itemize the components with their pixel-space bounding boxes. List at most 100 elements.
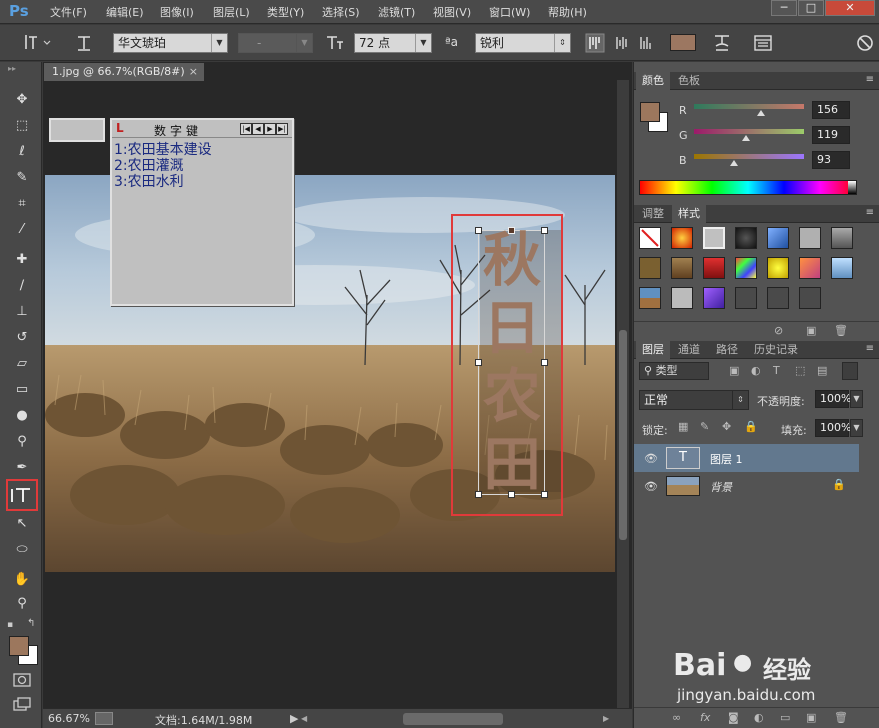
- filter-shape-icon[interactable]: ⬚: [795, 364, 805, 377]
- font-family-select[interactable]: 华文琥珀 ▼: [113, 33, 228, 53]
- tab-channels[interactable]: 通道: [672, 341, 706, 359]
- style-swatch[interactable]: [639, 257, 661, 279]
- style-swatch[interactable]: [799, 287, 821, 309]
- healing-brush-tool-icon[interactable]: ✚: [11, 250, 33, 270]
- visibility-eye-icon[interactable]: 👁: [644, 480, 658, 493]
- link-layers-icon[interactable]: ∞: [672, 711, 681, 724]
- gradient-tool-icon[interactable]: ▭: [11, 380, 33, 400]
- foreground-color-swatch[interactable]: [9, 636, 29, 656]
- filter-adjustment-icon[interactable]: ◐: [751, 364, 761, 377]
- blur-tool-icon[interactable]: ●: [11, 406, 33, 426]
- menu-layer[interactable]: 图层(L): [213, 4, 250, 20]
- ime-first-page-icon[interactable]: |◀: [240, 123, 252, 135]
- close-window-button[interactable]: ✕: [825, 0, 875, 16]
- align-bottom-icon[interactable]: [636, 33, 656, 56]
- horizontal-scrollbar-thumb[interactable]: [403, 713, 503, 725]
- b-slider-track[interactable]: [694, 154, 804, 159]
- ellipse-tool-icon[interactable]: ⬭: [11, 540, 33, 560]
- vertical-scrollbar[interactable]: [617, 80, 629, 708]
- g-slider-thumb[interactable]: [741, 135, 750, 141]
- menu-window[interactable]: 窗口(W): [489, 4, 530, 20]
- font-style-select[interactable]: - ▼: [238, 33, 313, 53]
- brush-tool-icon[interactable]: ∕: [11, 276, 33, 296]
- add-mask-icon[interactable]: ◙: [728, 711, 739, 724]
- filter-toggle-icon[interactable]: [842, 362, 858, 380]
- layer-filter-select[interactable]: ⚲ 类型: [639, 362, 709, 380]
- restore-button[interactable]: □: [798, 0, 824, 16]
- tab-swatches[interactable]: 色板: [672, 72, 706, 90]
- ime-candidate-window[interactable]: L 数字键 |◀ ◀ ▶ ▶| 1:农田基本建设 2:农田灌溉 3:农田水利: [110, 118, 294, 306]
- vertical-type-tool-icon[interactable]: [10, 485, 34, 508]
- b-value-input[interactable]: 93: [812, 151, 850, 169]
- move-tool-icon[interactable]: ✥: [11, 90, 33, 110]
- lasso-tool-icon[interactable]: ℓ: [11, 142, 33, 162]
- menu-type[interactable]: 类型(Y): [267, 4, 304, 20]
- scroll-left-icon[interactable]: ◀: [301, 714, 307, 723]
- align-top-icon[interactable]: [585, 33, 605, 56]
- panel-menu-icon[interactable]: ≡: [866, 74, 874, 85]
- layer-style-icon[interactable]: fx: [700, 711, 710, 724]
- menu-file[interactable]: 文件(F): [50, 4, 87, 20]
- g-slider-track[interactable]: [694, 129, 804, 134]
- chevron-down-icon[interactable]: ▼: [850, 390, 863, 408]
- lock-transparency-icon[interactable]: ▦: [678, 420, 688, 433]
- lock-pixels-icon[interactable]: ✎: [700, 420, 709, 433]
- style-swatch[interactable]: [639, 287, 661, 309]
- style-none-swatch[interactable]: [639, 227, 661, 249]
- style-swatch[interactable]: [831, 257, 853, 279]
- layer-row-text[interactable]: 👁 T 图层 1: [634, 444, 859, 472]
- align-center-icon[interactable]: [612, 33, 632, 56]
- filter-pixel-icon[interactable]: ▣: [729, 364, 739, 377]
- delete-style-icon[interactable]: 🗑: [834, 324, 848, 337]
- history-brush-tool-icon[interactable]: ↺: [11, 328, 33, 348]
- lock-position-icon[interactable]: ✥: [722, 420, 731, 433]
- tab-adjustments[interactable]: 调整: [636, 205, 670, 223]
- tab-styles[interactable]: 样式: [672, 205, 706, 223]
- delete-layer-icon[interactable]: 🗑: [834, 711, 848, 724]
- style-swatch[interactable]: [831, 227, 853, 249]
- layer-row-background[interactable]: 👁 背景 🔒: [634, 472, 859, 500]
- scroll-right-icon[interactable]: ▶: [603, 714, 609, 723]
- panel-menu-icon[interactable]: ≡: [866, 343, 874, 354]
- type-tool-preset-icon[interactable]: [24, 32, 52, 56]
- screen-mode-icon[interactable]: [12, 696, 32, 715]
- clone-stamp-tool-icon[interactable]: ⊥: [11, 302, 33, 322]
- menu-filter[interactable]: 滤镜(T): [378, 4, 415, 20]
- style-swatch[interactable]: [767, 287, 789, 309]
- style-swatch[interactable]: [703, 257, 725, 279]
- style-swatch[interactable]: [799, 227, 821, 249]
- ime-last-page-icon[interactable]: ▶|: [276, 123, 288, 135]
- tab-paths[interactable]: 路径: [710, 341, 744, 359]
- visibility-eye-icon[interactable]: 👁: [644, 452, 658, 465]
- text-color-swatch[interactable]: [670, 34, 696, 51]
- menu-edit[interactable]: 编辑(E): [106, 4, 144, 20]
- quick-mask-icon[interactable]: [12, 672, 32, 691]
- zoom-level[interactable]: 66.67%: [48, 712, 90, 725]
- style-swatch[interactable]: [703, 287, 725, 309]
- pen-tool-icon[interactable]: ✒: [11, 458, 33, 478]
- font-size-select[interactable]: 72 点 ▼: [354, 33, 432, 53]
- g-value-input[interactable]: 119: [812, 126, 850, 144]
- style-swatch[interactable]: [735, 257, 757, 279]
- style-swatch[interactable]: [671, 287, 693, 309]
- color-fg-swatch[interactable]: [640, 102, 660, 122]
- opacity-input[interactable]: 100%: [815, 390, 851, 408]
- style-swatch[interactable]: [767, 257, 789, 279]
- dodge-tool-icon[interactable]: ⚲: [11, 432, 33, 452]
- eraser-tool-icon[interactable]: ▱: [11, 354, 33, 374]
- style-swatch[interactable]: [671, 257, 693, 279]
- ime-candidate-item[interactable]: 1:农田基本建设: [114, 142, 212, 158]
- expand-icon[interactable]: ▸▸: [8, 64, 16, 73]
- ime-candidate-item[interactable]: 3:农田水利: [114, 174, 212, 190]
- clear-style-icon[interactable]: ⊘: [774, 324, 783, 337]
- r-slider-track[interactable]: [694, 104, 804, 109]
- blend-mode-select[interactable]: 正常 ⇕: [639, 390, 749, 410]
- menu-help[interactable]: 帮助(H): [548, 4, 587, 20]
- menu-select[interactable]: 选择(S): [322, 4, 360, 20]
- close-tab-icon[interactable]: ×: [189, 63, 198, 81]
- tab-history[interactable]: 历史记录: [748, 341, 804, 359]
- vertical-text-layer[interactable]: 秋 日 农 田: [476, 226, 548, 498]
- ime-status-bar[interactable]: [49, 118, 105, 142]
- hand-tool-icon[interactable]: ✋: [11, 570, 33, 590]
- tab-layers[interactable]: 图层: [636, 341, 670, 359]
